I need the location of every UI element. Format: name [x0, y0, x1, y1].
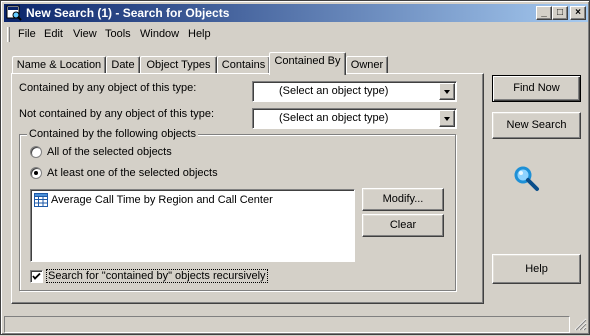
radio-all-selected[interactable] — [30, 146, 42, 158]
not-contained-type-label: Not contained by any object of this type… — [19, 108, 215, 120]
menu-file[interactable]: File — [18, 28, 36, 40]
radio-at-least-one[interactable] — [30, 167, 42, 179]
tab-name-location[interactable]: Name & Location — [12, 56, 106, 74]
status-pane — [4, 316, 570, 333]
chevron-down-icon[interactable] — [439, 110, 455, 127]
radio-all-label[interactable]: All of the selected objects — [47, 146, 172, 158]
checkmark-icon — [32, 272, 41, 280]
maximize-button[interactable]: □ — [552, 6, 568, 20]
magnifier-icon — [514, 166, 539, 191]
tab-date[interactable]: Date — [106, 56, 140, 74]
status-bar — [4, 314, 588, 333]
not-contained-type-select[interactable]: (Select an object type) — [252, 108, 457, 129]
window-title: New Search (1) - Search for Objects — [26, 6, 230, 20]
resize-grip-icon[interactable] — [574, 318, 587, 331]
menu-help[interactable]: Help — [188, 28, 211, 40]
tab-contains[interactable]: Contains — [217, 56, 270, 74]
contained-type-value: (Select an object type) — [279, 85, 389, 97]
help-button[interactable]: Help — [492, 254, 581, 284]
selected-objects-list[interactable]: Average Call Time by Region and Call Cen… — [30, 189, 355, 262]
menu-bar: File Edit View Tools Window Help — [4, 24, 588, 44]
tab-owner[interactable]: Owner — [346, 56, 388, 74]
menu-window[interactable]: Window — [140, 28, 179, 40]
menu-view[interactable]: View — [73, 28, 97, 40]
find-now-button[interactable]: Find Now — [492, 75, 581, 102]
chevron-down-icon[interactable] — [439, 83, 455, 100]
search-window-icon — [6, 5, 22, 21]
menu-edit[interactable]: Edit — [44, 28, 63, 40]
menu-tools[interactable]: Tools — [105, 28, 131, 40]
contained-type-select[interactable]: (Select an object type) — [252, 81, 457, 102]
modify-button[interactable]: Modify... — [362, 188, 444, 211]
title-bar[interactable]: New Search (1) - Search for Objects _ □ … — [4, 4, 588, 22]
menu-grip[interactable] — [7, 27, 10, 42]
new-search-button[interactable]: New Search — [492, 112, 581, 139]
close-button[interactable]: × — [570, 6, 586, 20]
list-item-label: Average Call Time by Region and Call Cen… — [51, 194, 273, 206]
not-contained-type-value: (Select an object type) — [279, 112, 389, 124]
tab-object-types[interactable]: Object Types — [140, 56, 217, 74]
report-grid-icon — [34, 193, 48, 207]
recursive-checkbox[interactable] — [30, 270, 43, 283]
recursive-label[interactable]: Search for "contained by" objects recurs… — [46, 269, 268, 283]
tab-contained-by[interactable]: Contained By — [269, 52, 346, 75]
clear-button[interactable]: Clear — [362, 214, 444, 237]
radio-at-least-one-label[interactable]: At least one of the selected objects — [47, 167, 218, 179]
minimize-button[interactable]: _ — [536, 6, 552, 20]
search-window: New Search (1) - Search for Objects _ □ … — [0, 0, 590, 335]
contained-type-label: Contained by any object of this type: — [19, 82, 197, 94]
